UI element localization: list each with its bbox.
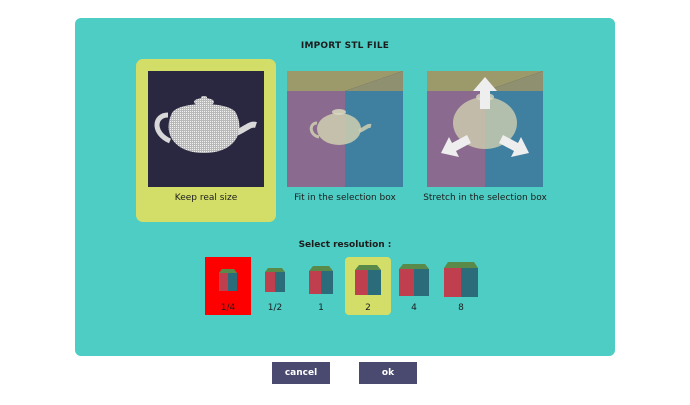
resolution-option-1-4[interactable]: 1/4 [205, 257, 251, 315]
mode-label: Keep real size [174, 193, 238, 203]
mode-option-stretch-in-selection-box[interactable]: Stretch in the selection box [415, 59, 555, 222]
cube-icon [219, 269, 237, 291]
ok-button[interactable]: ok [359, 362, 417, 384]
cube-icon [444, 262, 478, 297]
resolution-label: 1 [318, 303, 324, 313]
resolution-option-4[interactable]: 4 [391, 257, 437, 315]
mode-option-keep-real-size[interactable]: Keep real size [136, 59, 276, 222]
resolution-label: 1/2 [267, 303, 283, 313]
resolution-option-1[interactable]: 1 [298, 257, 344, 315]
resolution-option-1-2[interactable]: 1/2 [252, 257, 298, 315]
resolution-title: Select resolution : [298, 240, 392, 250]
resolution-label: 4 [411, 303, 417, 313]
keep-real-size-thumbnail [148, 71, 264, 187]
resolution-label: 2 [365, 303, 371, 313]
resolution-option-2[interactable]: 2 [345, 257, 391, 315]
stretch-arrows-icon [427, 71, 543, 187]
cube-icon [355, 265, 381, 295]
stretch-in-box-thumbnail [427, 71, 543, 187]
cancel-button[interactable]: cancel [272, 362, 330, 384]
dialog-title: IMPORT STL FILE [300, 41, 390, 51]
resolution-label: 1/4 [220, 303, 236, 313]
mode-option-fit-in-selection-box[interactable]: Fit in the selection box [275, 59, 415, 222]
resolution-option-8[interactable]: 8 [438, 257, 484, 315]
resolution-label: 8 [458, 303, 464, 313]
cube-icon [265, 268, 285, 292]
cube-teapot-icon [287, 71, 403, 187]
cube-icon [309, 266, 333, 294]
cube-icon [399, 264, 429, 296]
import-stl-dialog: IMPORT STL FILE Keep real size Fit in th… [75, 18, 615, 356]
mode-label: Stretch in the selection box [423, 193, 547, 203]
teapot-icon [154, 96, 257, 153]
fit-in-box-thumbnail [287, 71, 403, 187]
mode-label: Fit in the selection box [294, 193, 396, 203]
